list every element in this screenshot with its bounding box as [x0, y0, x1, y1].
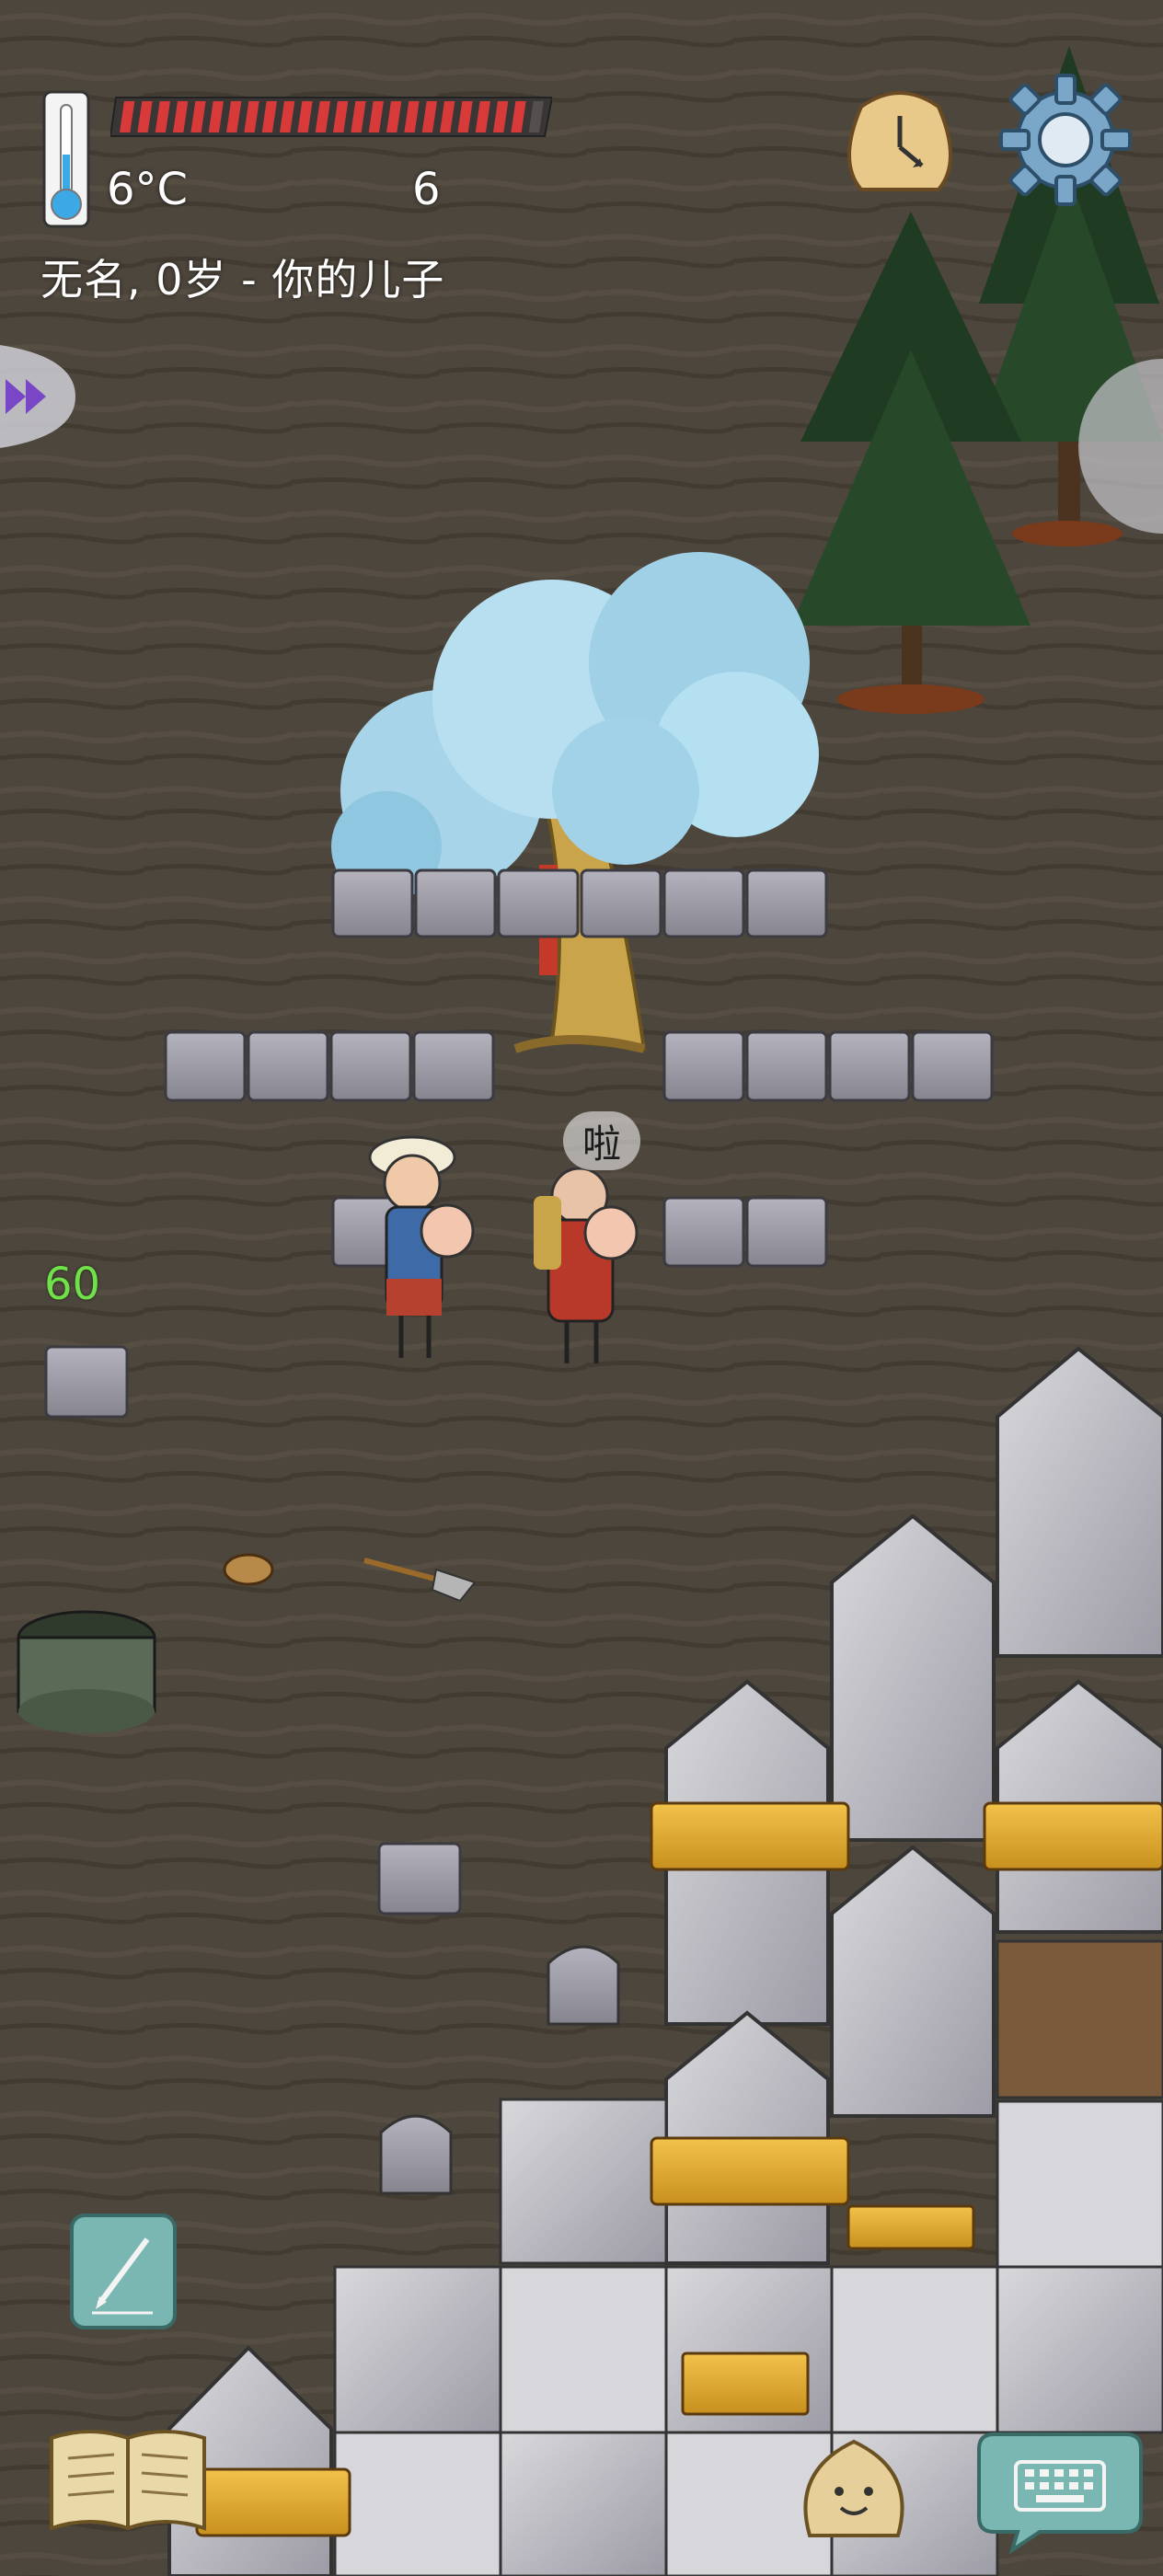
temperature-label: 6°C [107, 164, 189, 215]
player-info: 无名, 0岁 - 你的儿子 [40, 255, 445, 305]
stone-block[interactable] [377, 1842, 462, 1915]
food-meter [110, 96, 552, 138]
food-count: 6 [412, 164, 441, 215]
thermometer-icon [40, 90, 92, 228]
stone-well[interactable] [17, 1610, 156, 1733]
stone-block[interactable] [44, 1345, 129, 1419]
bowl[interactable] [223, 1553, 274, 1586]
gravestone[interactable] [547, 1945, 620, 2026]
age-counter: 60 [44, 1259, 101, 1310]
pencil-icon[interactable] [68, 2212, 178, 2331]
clock-icon[interactable] [843, 79, 957, 202]
speech-bubble: 啦 [563, 1111, 640, 1170]
game-world[interactable] [0, 0, 1163, 2576]
book-icon[interactable] [48, 2425, 208, 2536]
gravestone[interactable] [379, 2114, 453, 2195]
double-arrow-icon[interactable] [0, 342, 75, 451]
keyboard-icon[interactable] [975, 2425, 1145, 2554]
emote-face-icon[interactable] [791, 2434, 916, 2543]
side-panel-handle[interactable] [1078, 359, 1163, 534]
gear-icon[interactable] [997, 72, 1134, 208]
